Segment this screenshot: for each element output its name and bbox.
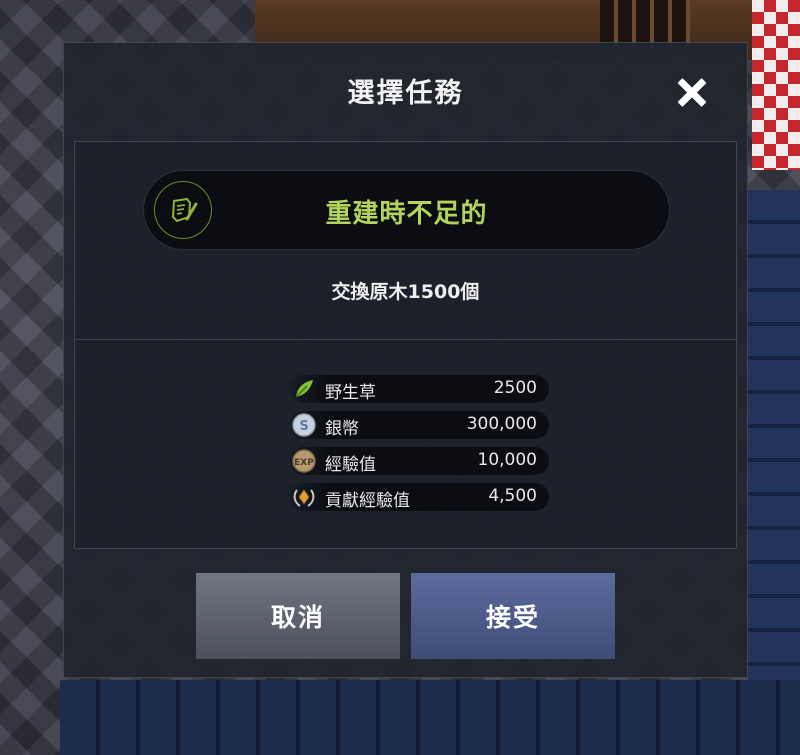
contribution-laurel-icon [293,489,315,507]
reward-name: 貢獻經驗值 [325,491,410,511]
checkered-banner [752,0,800,170]
svg-text:EXP: EXP [294,458,314,468]
cancel-button[interactable]: 取消 [196,573,400,659]
svg-text:S: S [299,419,308,434]
reward-row: 貢獻經驗值 4,500 [289,483,549,511]
quest-select-dialog: 選擇任務 重建時不足的 交換原木1500個 野生草 2500 S 銀幣 300,… [63,42,748,678]
reward-list: 野生草 2500 S 銀幣 300,000 EXP 經驗值 10,000 貢獻經… [289,375,549,519]
herb-leaf-icon [295,380,313,398]
panel-divider [75,339,736,340]
close-icon[interactable] [672,73,712,113]
game-scene: 選擇任務 重建時不足的 交換原木1500個 野生草 2500 S 銀幣 300,… [0,0,800,755]
reward-row: S 銀幣 300,000 [289,411,549,439]
quest-description: 交換原木1500個 [331,281,480,303]
reward-name: 野生草 [325,383,376,403]
reward-name: 銀幣 [325,419,359,439]
quest-panel: 重建時不足的 交換原木1500個 野生草 2500 S 銀幣 300,000 E… [74,141,737,549]
blue-roof-bottom [60,680,800,755]
reward-amount: 10,000 [477,450,537,470]
blue-roof-right [748,190,800,755]
quest-name: 重建時不足的 [325,199,488,229]
quest-name-banner[interactable]: 重建時不足的 [143,170,670,250]
silver-coin-icon: S [292,413,316,437]
reward-row: EXP 經驗值 10,000 [289,447,549,475]
reward-amount: 300,000 [466,414,537,434]
reward-amount: 4,500 [488,486,537,506]
exp-icon: EXP [292,449,316,473]
reward-amount: 2500 [493,378,537,398]
accept-button[interactable]: 接受 [411,573,615,659]
dialog-title: 選擇任務 [347,78,464,109]
reward-name: 經驗值 [325,455,376,475]
reward-row: 野生草 2500 [289,375,549,403]
